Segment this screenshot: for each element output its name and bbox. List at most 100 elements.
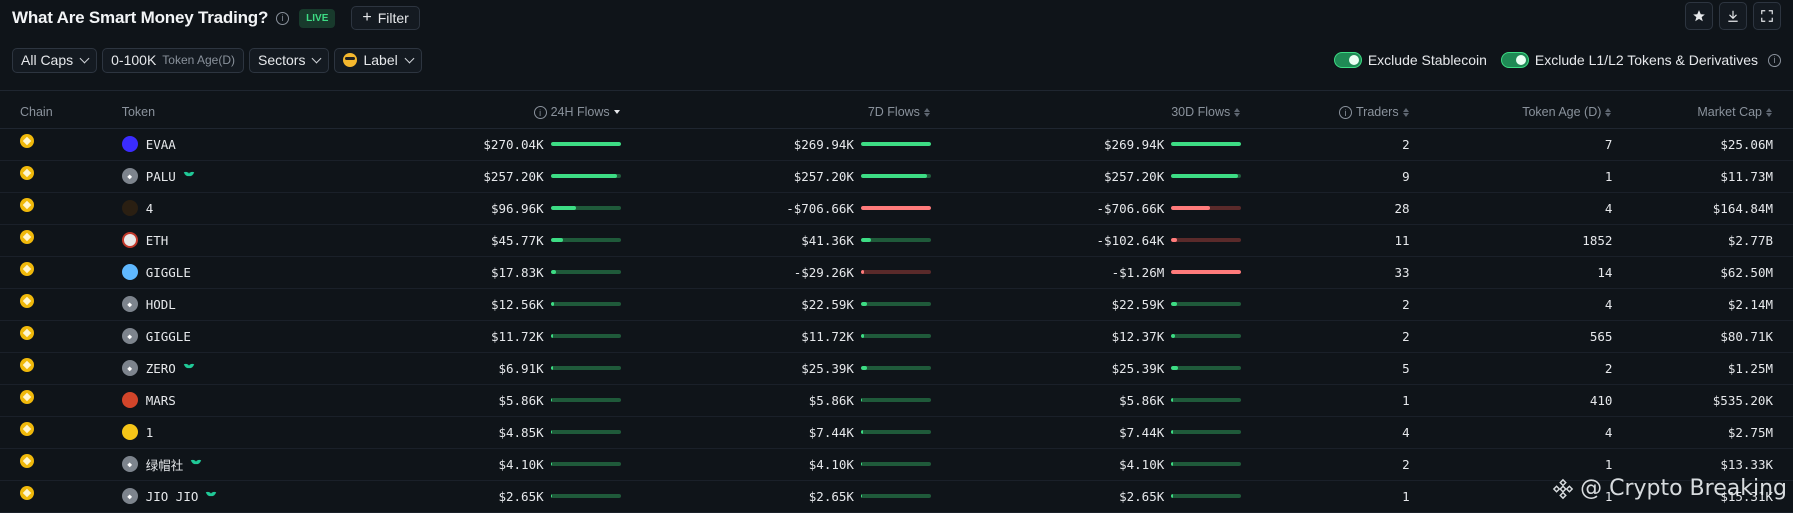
token-name[interactable]: GIGGLE	[146, 265, 191, 280]
token-age-filter[interactable]: 0-100K Token Age(D)	[102, 47, 244, 73]
table-row[interactable]: 4 $96.96K -$706.66K -$706.66K 28 4 $164.…	[0, 192, 1793, 225]
table-row[interactable]: ◆ GIGGLE $11.72K $11.72K $12.37K 2 565 $…	[0, 320, 1793, 353]
token-cell[interactable]: 4	[121, 192, 426, 225]
fullscreen-button[interactable]	[1753, 2, 1781, 30]
chain-cell	[0, 320, 122, 353]
col-token[interactable]: Token	[121, 96, 426, 129]
sort-icon[interactable]	[1765, 107, 1773, 118]
sort-icon[interactable]	[1233, 107, 1241, 118]
token-name[interactable]: HODL	[146, 297, 176, 312]
filter-button[interactable]: + Filter	[351, 6, 420, 30]
info-icon[interactable]: i	[1768, 53, 1781, 67]
token-cell[interactable]: ◆ HODL	[121, 288, 426, 321]
token-name[interactable]: 绿帽社	[146, 455, 184, 474]
flow-bar-fill	[1171, 494, 1173, 498]
exclude-stablecoin-toggle[interactable]: Exclude Stablecoin	[1333, 52, 1487, 68]
flow-value: $22.59K	[1111, 296, 1165, 312]
flow-bar	[860, 494, 931, 498]
table-row[interactable]: ETH $45.77K $41.36K -$102.64K 11 1852 $2…	[0, 224, 1793, 257]
token-cell[interactable]: ◆ PALU	[121, 160, 426, 193]
flow-value: $45.77K	[490, 232, 544, 248]
flow-cell: $2.65K	[426, 489, 621, 504]
info-icon[interactable]: i	[533, 106, 547, 119]
token-age-range: 0-100K	[111, 52, 157, 68]
token-cell[interactable]: ◆ GIGGLE	[121, 320, 426, 353]
table-row[interactable]: ◆ ZERO $6.91K $25.39K $25.39K 5 2 $1.25M	[0, 352, 1793, 385]
token-name[interactable]: 4	[146, 201, 154, 216]
flow-cell: $96.96K	[426, 201, 621, 216]
chain-cell	[0, 192, 122, 225]
label-dropdown[interactable]: Label	[334, 47, 422, 73]
caps-dropdown[interactable]: All Caps	[12, 47, 98, 73]
col-30d-flows[interactable]: 30D Flows	[930, 96, 1242, 129]
token-name[interactable]: GIGGLE	[146, 329, 191, 344]
flows-30d-cell: $4.10K	[930, 448, 1242, 481]
table-row[interactable]: ◆ PALU $257.20K $257.20K $257.20K 9 1 $1…	[0, 160, 1793, 193]
table-row[interactable]: EVAA $270.04K $269.94K $269.94K 2 7 $25.…	[0, 128, 1793, 161]
col-traders[interactable]: i Traders	[1241, 96, 1410, 129]
token-name[interactable]: JIO JIO	[146, 489, 199, 504]
table-row[interactable]: ◆ JIO JIO $2.65K $2.65K $2.65K 1 1 $15.3…	[0, 480, 1793, 513]
token-cell[interactable]: ◆ JIO JIO	[121, 480, 426, 513]
token-cell[interactable]: ◆ ZERO	[121, 352, 426, 385]
market-cap-cell: $62.50M	[1612, 256, 1793, 289]
token-name[interactable]: ZERO	[146, 361, 176, 376]
sort-icon[interactable]	[1604, 107, 1612, 118]
token-name[interactable]: EVAA	[146, 137, 176, 152]
table-row[interactable]: ◆ HODL $12.56K $22.59K $22.59K 2 4 $2.14…	[0, 288, 1793, 321]
token-cell[interactable]: 1	[121, 416, 426, 449]
token-name[interactable]: 1	[146, 425, 154, 440]
flow-cell: $257.20K	[621, 169, 931, 184]
table-row[interactable]: ◆ 绿帽社 $4.10K $4.10K $4.10K 2 1 $13.33K	[0, 448, 1793, 481]
token-name[interactable]: MARS	[146, 393, 176, 408]
star-button[interactable]	[1685, 2, 1713, 30]
market-cap-cell: $11.73M	[1612, 160, 1793, 193]
flow-cell: $269.94K	[621, 137, 931, 152]
sort-icon[interactable]	[1402, 107, 1410, 118]
table-row[interactable]: GIGGLE $17.83K -$29.26K -$1.26M 33 14 $6…	[0, 256, 1793, 289]
col-chain[interactable]: Chain	[0, 96, 122, 129]
flow-cell: $41.36K	[621, 233, 931, 248]
flow-cell: $6.91K	[426, 361, 621, 376]
toggle-label: Exclude Stablecoin	[1367, 52, 1487, 68]
toggle-switch[interactable]	[1500, 52, 1529, 68]
exclude-l1l2-toggle[interactable]: Exclude L1/L2 Tokens & Derivatives i	[1500, 52, 1781, 68]
token-cell[interactable]: GIGGLE	[121, 256, 426, 289]
token-cell[interactable]: MARS	[121, 384, 426, 417]
chain-cell	[0, 352, 122, 385]
filter-bar: All Caps 0-100K Token Age(D) Sectors Lab…	[12, 47, 1781, 73]
token-age-cell: 4	[1409, 192, 1613, 225]
filter-button-label: Filter	[377, 10, 409, 26]
table-row[interactable]: MARS $5.86K $5.86K $5.86K 1 410 $535.20K	[0, 384, 1793, 417]
col-market-cap[interactable]: Market Cap	[1612, 96, 1793, 129]
col-24h-flows[interactable]: i 24H Flows	[425, 96, 621, 129]
sort-icon[interactable]	[923, 107, 931, 118]
flows-24h-cell: $6.91K	[425, 352, 621, 385]
token-flows-table: Chain Token i 24H Flows 7D Flows 30D Flow…	[0, 96, 1793, 513]
table-row[interactable]: 1 $4.85K $7.44K $7.44K 4 4 $2.75M	[0, 416, 1793, 449]
token-cell[interactable]: EVAA	[121, 128, 426, 161]
flows-24h-cell: $4.10K	[425, 448, 621, 481]
flows-7d-cell: -$706.66K	[620, 192, 931, 225]
market-cap-cell: $80.71K	[1612, 320, 1793, 353]
flows-7d-cell: $2.65K	[620, 480, 931, 513]
toggle-switch[interactable]	[1333, 52, 1362, 68]
sort-desc-icon[interactable]	[613, 109, 621, 115]
token-cell[interactable]: ETH	[121, 224, 426, 257]
col-24h-flows-label: 24H Flows	[550, 104, 610, 119]
table-body: EVAA $270.04K $269.94K $269.94K 2 7 $25.…	[0, 128, 1793, 513]
token-name[interactable]: ETH	[146, 233, 169, 248]
traders-cell: 4	[1241, 416, 1410, 449]
token-cell[interactable]: ◆ 绿帽社	[121, 448, 426, 481]
flow-bar-fill	[1171, 238, 1177, 242]
token-name[interactable]: PALU	[146, 169, 176, 184]
col-token-age[interactable]: Token Age (D)	[1409, 96, 1613, 129]
info-icon[interactable]: i	[276, 11, 290, 25]
info-icon[interactable]: i	[1338, 106, 1352, 119]
flow-bar-fill	[550, 238, 563, 242]
sectors-dropdown[interactable]: Sectors	[249, 47, 330, 73]
token-age-label: Token Age(D)	[162, 53, 235, 67]
col-7d-flows[interactable]: 7D Flows	[620, 96, 931, 129]
flow-bar	[860, 334, 931, 338]
download-button[interactable]	[1719, 2, 1747, 30]
